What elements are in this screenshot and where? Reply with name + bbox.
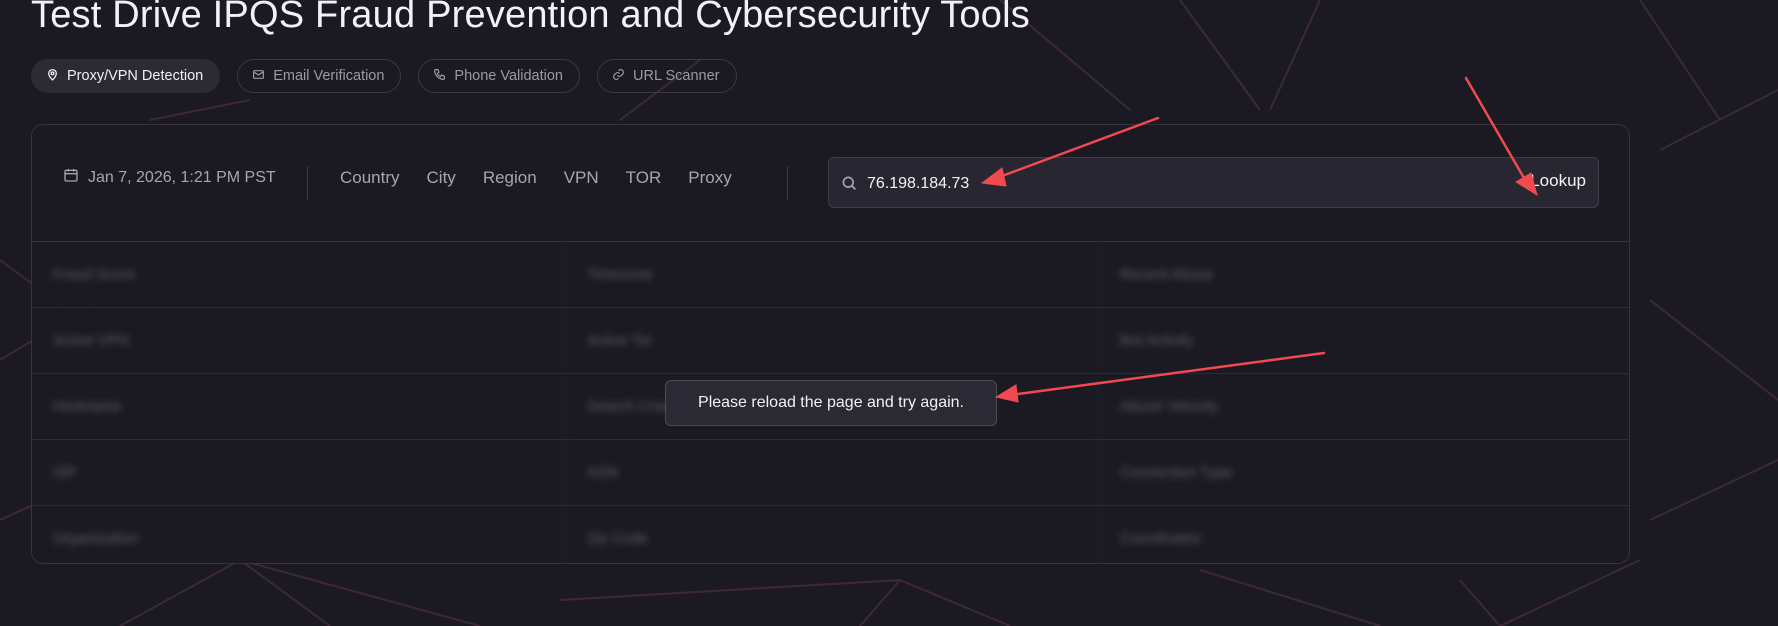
lookup-card: Jan 7, 2026, 1:21 PM PST Country City Re… [31, 124, 1630, 564]
result-field: Coordinates [1098, 506, 1629, 563]
result-field: ISP [53, 464, 78, 481]
result-field: Recent Abuse [1098, 242, 1629, 307]
result-field: Hostname [53, 398, 122, 415]
tab-label: Proxy/VPN Detection [67, 68, 204, 84]
result-field: Active VPN [53, 332, 129, 349]
card-header: Jan 7, 2026, 1:21 PM PST Country City Re… [32, 125, 1629, 242]
map-pin-icon [46, 68, 59, 85]
calendar-icon [63, 167, 79, 188]
result-field: Abuse Velocity [1098, 374, 1629, 439]
link-icon [612, 68, 625, 85]
tab-proxy-vpn-detection[interactable]: Proxy/VPN Detection [31, 59, 221, 93]
lookup-button[interactable]: Lookup [1530, 171, 1586, 191]
divider [307, 166, 308, 200]
field-filters: Country City Region VPN TOR Proxy [340, 168, 732, 188]
filter-city[interactable]: City [427, 168, 456, 188]
result-field: Bot Activity [1098, 308, 1629, 373]
result-field: ASN [565, 440, 1098, 505]
mail-icon [252, 68, 265, 85]
filter-region[interactable]: Region [483, 168, 537, 188]
filter-proxy[interactable]: Proxy [688, 168, 731, 188]
divider [787, 166, 788, 200]
tab-label: URL Scanner [633, 68, 720, 84]
filter-vpn[interactable]: VPN [564, 168, 599, 188]
tab-label: Email Verification [273, 68, 385, 84]
timestamp: Jan 7, 2026, 1:21 PM PST [63, 167, 276, 188]
table-row: Organization Zip Code Coordinates [32, 506, 1629, 563]
page-title: Test Drive IPQS Fraud Prevention and Cyb… [31, 0, 1030, 36]
search-icon [840, 174, 858, 192]
tab-phone-validation[interactable]: Phone Validation [418, 59, 580, 93]
result-field: Connection Type [1098, 440, 1629, 505]
result-field: Zip Code [565, 506, 1098, 563]
ip-search-box: Lookup [828, 157, 1599, 208]
phone-icon [433, 68, 446, 85]
filter-tor[interactable]: TOR [626, 168, 662, 188]
filter-country[interactable]: Country [340, 168, 400, 188]
tab-email-verification[interactable]: Email Verification [237, 59, 402, 93]
tab-label: Phone Validation [454, 68, 563, 84]
table-row: Fraud Score Timezone Recent Abuse [32, 242, 1629, 308]
tool-tabs: Proxy/VPN Detection Email Verification P… [31, 59, 737, 93]
result-field: Timezone [565, 242, 1098, 307]
result-field: Active Tor [565, 308, 1098, 373]
ip-search-input[interactable] [865, 169, 1469, 199]
timestamp-text: Jan 7, 2026, 1:21 PM PST [88, 168, 276, 186]
table-row: ISP ASN Connection Type [32, 440, 1629, 506]
tab-url-scanner[interactable]: URL Scanner [597, 59, 737, 93]
table-row: Active VPN Active Tor Bot Activity [32, 308, 1629, 374]
error-toast: Please reload the page and try again. [665, 380, 997, 426]
result-field: Fraud Score [53, 266, 136, 283]
result-field: Organization [53, 530, 139, 547]
